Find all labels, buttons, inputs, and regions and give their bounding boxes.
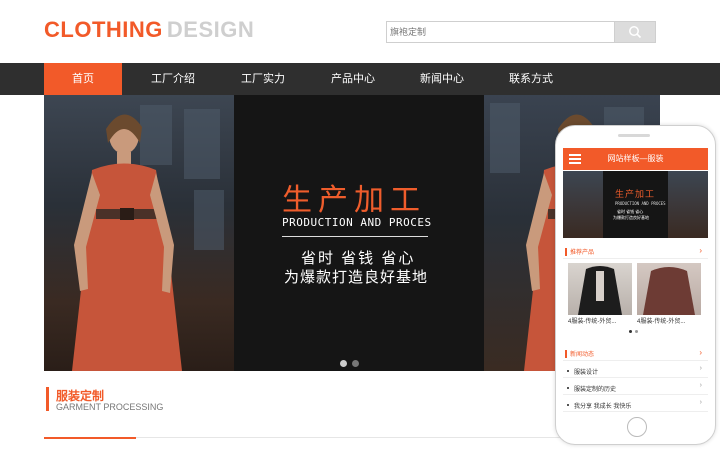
- product-caption: 4服装-传统-外贸...: [637, 319, 686, 325]
- mobile-banner[interactable]: 生产加工 PRODUCTION AND PROCES 省时 省钱 省心 为爆款打…: [563, 171, 708, 238]
- logo-text-primary: CLOTHING: [44, 17, 163, 42]
- mobile-banner-photo-left: [563, 171, 603, 238]
- nav-item-contact[interactable]: 联系方式: [492, 63, 570, 95]
- site-logo[interactable]: CLOTHING DESIGN: [44, 17, 254, 43]
- mobile-products-marker: [565, 248, 567, 256]
- mobile-products-heading[interactable]: 推荐产品 ›: [563, 245, 708, 259]
- mobile-news-label: 新闻动态: [570, 352, 595, 358]
- banner-tagline-2: 为爆款打造良好基地: [284, 269, 429, 286]
- nav-item-news[interactable]: 新闻中心: [403, 63, 481, 95]
- mobile-product-card[interactable]: 4服装-传统-外贸...: [637, 263, 701, 325]
- mobile-screen: 网站样板—服装 生产加工 PRODUCTION AND PROCES 省时 省钱…: [563, 148, 708, 413]
- chevron-right-icon: ›: [699, 365, 702, 372]
- banner-divider: [282, 236, 428, 237]
- section-marker: [46, 387, 49, 411]
- banner-subtitle: PRODUCTION AND PROCES: [282, 216, 432, 229]
- hamburger-icon[interactable]: [569, 154, 581, 164]
- mobile-banner-title: 生产加工: [615, 190, 656, 200]
- search-input[interactable]: [386, 21, 614, 43]
- section-subtitle: GARMENT PROCESSING: [56, 402, 164, 412]
- mobile-news-item[interactable]: 服装设计 ›: [563, 365, 708, 378]
- mobile-preview-phone: 网站样板—服装 生产加工 PRODUCTION AND PROCES 省时 省钱…: [555, 125, 716, 445]
- mobile-header-title: 网站样板—服装: [607, 154, 664, 163]
- banner-tagline-1: 省时 省钱 省心: [301, 250, 416, 267]
- mobile-products-label: 推荐产品: [570, 250, 595, 256]
- banner-photo-left: [44, 95, 234, 371]
- mobile-banner-tagline-2: 为爆款打造良好基地: [613, 215, 649, 220]
- mobile-news-heading[interactable]: 新闻动态 ›: [563, 347, 708, 361]
- mobile-news-item[interactable]: 服装定制的历史 ›: [563, 382, 708, 395]
- product-image: [568, 263, 632, 315]
- mobile-dot-2[interactable]: [635, 330, 638, 333]
- mobile-news-item[interactable]: 我分享 我成长 我快乐 ›: [563, 399, 708, 412]
- bullet-icon: [567, 370, 569, 372]
- mobile-news-title: 服装设计: [574, 370, 599, 376]
- main-nav: 首页 工厂介绍 工厂实力 产品中心 新闻中心 联系方式: [0, 63, 720, 95]
- product-image: [637, 263, 701, 315]
- nav-item-home[interactable]: 首页: [44, 63, 122, 95]
- slider-dot-2[interactable]: [352, 360, 359, 367]
- section-divider-accent: [44, 437, 136, 439]
- chevron-right-icon: ›: [699, 382, 702, 389]
- page: CLOTHINGDESIGN 首页 工厂介绍 工厂实力 产品中心 新闻中心 联系…: [0, 0, 720, 450]
- phone-home-button: [627, 417, 647, 437]
- logo-text-secondary: DESIGN: [166, 17, 255, 42]
- mobile-news-title: 服装定制的历史: [574, 387, 617, 393]
- search-bar: [386, 21, 656, 43]
- bullet-icon: [567, 404, 569, 406]
- mobile-dot-1[interactable]: [629, 330, 632, 333]
- nav-item-products[interactable]: 产品中心: [314, 63, 392, 95]
- chevron-right-icon[interactable]: ›: [699, 348, 702, 357]
- chevron-right-icon: ›: [699, 399, 702, 406]
- chevron-right-icon[interactable]: ›: [699, 246, 702, 255]
- product-caption: 4服装-传统-外贸...: [568, 319, 617, 325]
- phone-speaker: [618, 134, 650, 137]
- nav-item-factory-strength[interactable]: 工厂实力: [224, 63, 302, 95]
- mobile-banner-subtitle: PRODUCTION AND PROCES: [615, 201, 666, 206]
- slider-dot-1[interactable]: [340, 360, 347, 367]
- mobile-product-card[interactable]: 4服装-传统-外贸...: [568, 263, 632, 325]
- model-figure-left: [72, 114, 182, 371]
- bullet-icon: [567, 387, 569, 389]
- search-button[interactable]: [614, 21, 656, 43]
- mobile-news-marker: [565, 350, 567, 358]
- mobile-news-title: 我分享 我成长 我快乐: [574, 404, 632, 410]
- mobile-header: 网站样板—服装: [563, 148, 708, 170]
- mobile-banner-photo-right: [668, 171, 708, 238]
- search-icon: [629, 26, 642, 39]
- banner-title: 生产加工: [282, 183, 426, 218]
- nav-item-factory-intro[interactable]: 工厂介绍: [134, 63, 212, 95]
